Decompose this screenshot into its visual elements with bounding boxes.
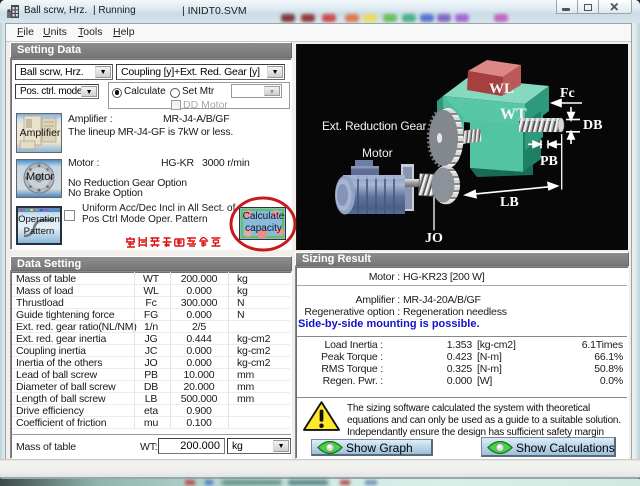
svg-text:Fc: Fc [560, 86, 575, 101]
svg-text:Ext. Reduction Gear: Ext. Reduction Gear [322, 119, 426, 133]
svg-text:PB: PB [540, 154, 558, 169]
svg-text:WL: WL [489, 81, 514, 97]
svg-text:LB: LB [500, 195, 519, 210]
svg-text:Motor: Motor [362, 146, 393, 160]
svg-text:JO: JO [425, 231, 443, 246]
svg-text:DB: DB [583, 118, 602, 133]
